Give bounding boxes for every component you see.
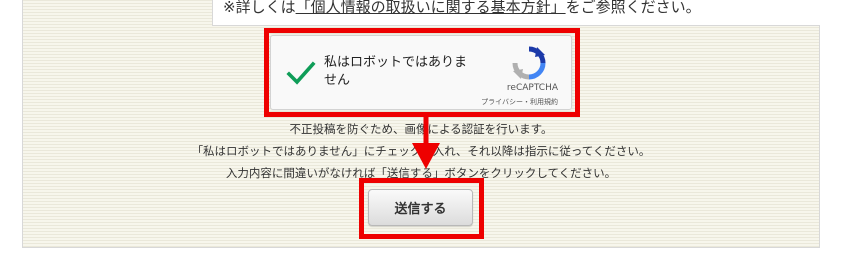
privacy-note-suffix: をご参照ください。 — [565, 0, 701, 16]
instruction-line: 「私はロボットではありません」にチェックを入れ、それ以降は指示に従ってください。 — [191, 144, 651, 158]
instructions: 不正投稿を防ぐため、画像による認証を行います。 「私はロボットではありません」に… — [22, 118, 820, 184]
privacy-policy-link[interactable]: 「個人情報の取扱いに関する基本方針」 — [296, 0, 566, 16]
recaptcha-widget: 私はロボットではありません reCAPTCHA プライバシー・利用規約 — [270, 35, 572, 110]
recaptcha-brand: reCAPTCHA — [506, 83, 558, 93]
privacy-note-prefix: ※詳しくは — [223, 0, 296, 16]
recaptcha-logo-icon — [512, 46, 546, 80]
instruction-line: 不正投稿を防ぐため、画像による認証を行います。 — [289, 122, 553, 136]
privacy-note: ※詳しくは「個人情報の取扱いに関する基本方針」をご参照ください。 — [223, 0, 701, 17]
checkmark-icon[interactable] — [285, 57, 317, 89]
recaptcha-privacy-terms-link[interactable]: プライバシー・利用規約 — [481, 97, 558, 107]
instruction-line: 入力内容に間違いがなければ「送信する」ボタンをクリックしてください。 — [225, 166, 617, 180]
recaptcha-label: 私はロボットではありません — [324, 55, 468, 88]
submit-button[interactable]: 送信する — [368, 189, 473, 226]
